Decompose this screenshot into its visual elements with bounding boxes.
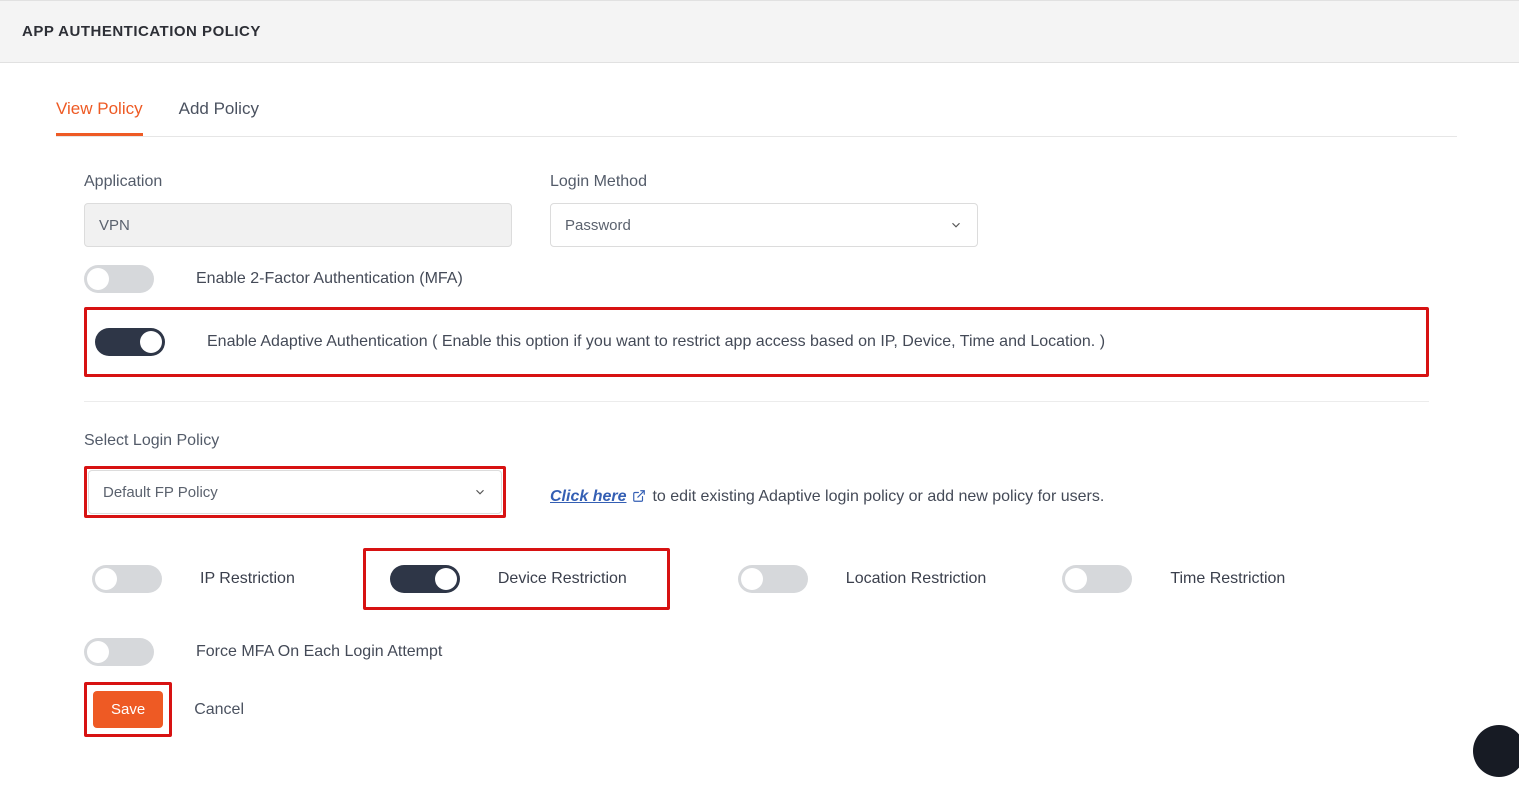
time-restriction-toggle[interactable]: [1062, 565, 1132, 593]
click-here-link[interactable]: Click here: [550, 488, 626, 505]
time-restriction-item: Time Restriction: [1054, 557, 1293, 601]
click-here-suffix: to edit existing Adaptive login policy o…: [652, 488, 1104, 505]
location-restriction-toggle[interactable]: [738, 565, 808, 593]
tabs: View Policy Add Policy: [56, 87, 1457, 137]
adaptive-auth-label: Enable Adaptive Authentication ( Enable …: [207, 333, 1105, 351]
ip-restriction-item: IP Restriction: [84, 557, 303, 601]
login-method-select[interactable]: Password: [550, 203, 978, 247]
force-mfa-label: Force MFA On Each Login Attempt: [196, 643, 442, 661]
login-policy-highlight: Default FP Policy: [84, 466, 506, 518]
adaptive-auth-toggle[interactable]: [95, 328, 165, 356]
page-header: APP AUTHENTICATION POLICY: [0, 0, 1519, 63]
device-restriction-highlight: Device Restriction: [363, 548, 670, 610]
cancel-button[interactable]: Cancel: [188, 700, 250, 720]
tab-view-policy[interactable]: View Policy: [56, 87, 143, 136]
adaptive-auth-highlight: Enable Adaptive Authentication ( Enable …: [84, 307, 1429, 377]
location-restriction-label: Location Restriction: [846, 570, 987, 588]
divider: [84, 401, 1429, 402]
force-mfa-toggle[interactable]: [84, 638, 154, 666]
save-highlight: Save: [84, 682, 172, 737]
login-policy-select[interactable]: Default FP Policy: [88, 470, 502, 514]
device-restriction-toggle[interactable]: [390, 565, 460, 593]
application-label: Application: [84, 173, 512, 191]
ip-restriction-toggle[interactable]: [92, 565, 162, 593]
login-method-label: Login Method: [550, 173, 978, 191]
location-restriction-item: Location Restriction: [730, 557, 995, 601]
external-link-icon: [632, 489, 646, 508]
select-login-policy-label: Select Login Policy: [84, 432, 506, 450]
ip-restriction-label: IP Restriction: [200, 570, 295, 588]
save-button[interactable]: Save: [93, 691, 163, 728]
mfa-toggle-label: Enable 2-Factor Authentication (MFA): [196, 270, 463, 288]
application-input[interactable]: [84, 203, 512, 247]
chat-fab[interactable]: [1473, 725, 1519, 777]
page-title: APP AUTHENTICATION POLICY: [22, 23, 1497, 40]
device-restriction-label: Device Restriction: [498, 570, 627, 588]
time-restriction-label: Time Restriction: [1170, 570, 1285, 588]
mfa-toggle[interactable]: [84, 265, 154, 293]
tab-add-policy[interactable]: Add Policy: [179, 87, 259, 136]
